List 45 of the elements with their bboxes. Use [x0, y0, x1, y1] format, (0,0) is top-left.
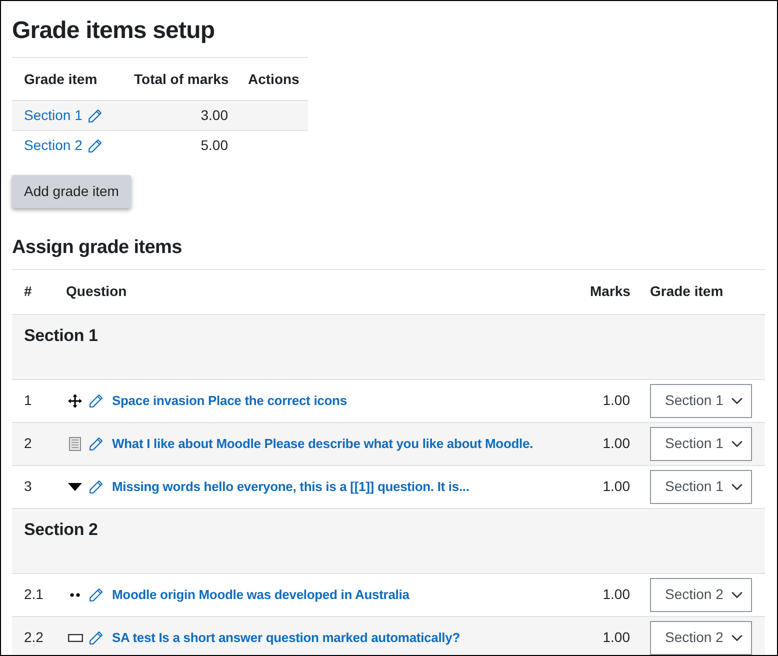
caret-down-icon — [68, 482, 82, 490]
question-number: 2.2 — [12, 616, 54, 655]
pencil-icon[interactable] — [88, 138, 102, 153]
grade-item-select[interactable]: Section 1 — [650, 470, 752, 504]
pencil-icon[interactable] — [89, 436, 103, 450]
table-cell: 1.00 — [578, 616, 642, 655]
section-heading: Section 2 — [24, 520, 98, 540]
grade-item-select[interactable]: Section 2 — [650, 620, 752, 655]
grade-item-link[interactable]: Section 2 — [24, 135, 82, 156]
rectangle-icon — [68, 634, 82, 642]
section-title: Assign grade items — [12, 236, 183, 260]
document-icon — [69, 436, 81, 450]
grade-item-link[interactable]: Section 1 — [24, 105, 82, 126]
column-header: Question — [54, 269, 578, 314]
grade-item-select[interactable]: Section 2 — [650, 578, 752, 612]
column-header: Marks — [578, 269, 642, 314]
table-cell: 1.00 — [578, 465, 642, 508]
table-cell: 1.00 — [578, 422, 642, 465]
pencil-icon[interactable] — [89, 480, 103, 494]
table-cell: 3.00 — [122, 100, 240, 130]
question-link[interactable]: SA test Is a short answer question marked automatically? — [112, 628, 460, 648]
question-link[interactable]: Moodle origin Moodle was developed in Australia — [112, 584, 410, 604]
question-number: 1 — [12, 379, 54, 422]
pencil-icon[interactable] — [88, 108, 102, 122]
grade-item-select[interactable]: Section 1 — [650, 426, 752, 460]
question-link[interactable]: What I like about Moodle Please describe what you like about Moodle. — [112, 434, 534, 454]
two-dots-icon — [70, 592, 80, 596]
grade-item-select[interactable]: Section 1 — [650, 384, 752, 418]
question-number: 2 — [12, 422, 54, 465]
table-cell: 1.00 — [578, 573, 642, 616]
pencil-icon[interactable] — [89, 394, 103, 408]
table-cell: 1.00 — [578, 379, 642, 422]
pencil-icon[interactable] — [89, 588, 103, 602]
question-link[interactable]: Missing words hello everyone, this is a [[1]] question. It is... — [112, 476, 470, 496]
pencil-icon[interactable] — [89, 630, 103, 645]
question-number: 3 — [12, 465, 54, 508]
column-header: Grade item — [642, 269, 765, 314]
question-number: 2.1 — [12, 573, 54, 616]
column-header: # — [12, 269, 54, 314]
section-heading: Section 1 — [24, 326, 98, 346]
table-cell: 5.00 — [122, 130, 240, 160]
four-way-arrow-icon — [68, 394, 82, 408]
question-link[interactable]: Space invasion Place the correct icons — [112, 390, 347, 410]
add-grade-item-button[interactable]: Add grade item — [12, 174, 131, 208]
page-title: Grade items setup — [12, 16, 216, 46]
